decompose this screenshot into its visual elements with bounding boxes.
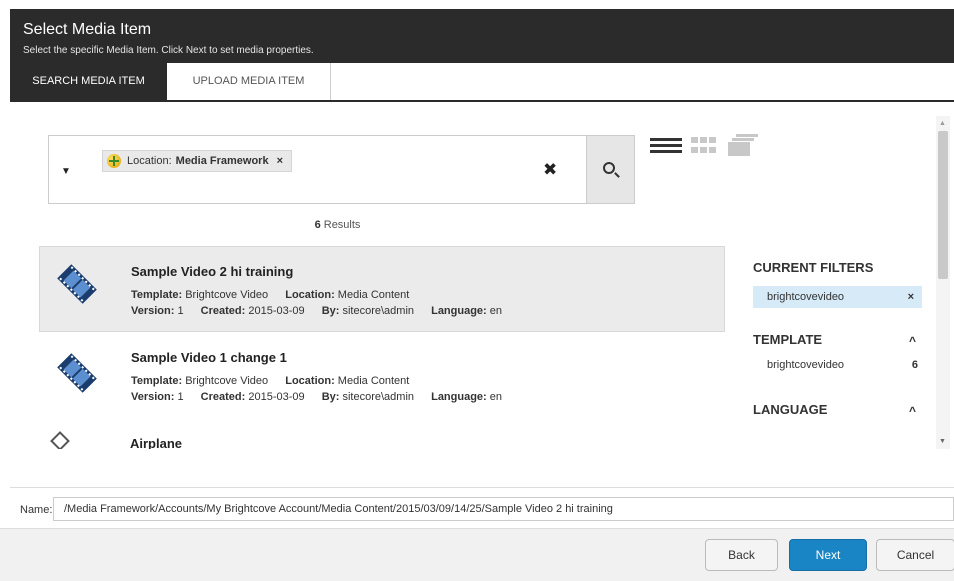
result-title: Sample Video 1 change 1 [131,350,287,365]
current-filters-heading: CURRENT FILTERS [753,260,874,275]
template-heading[interactable]: TEMPLATE ^ [753,332,922,352]
template-facet-item[interactable]: brightcovevideo 6 [753,354,922,376]
result-title: Sample Video 2 hi training [131,264,294,279]
location-filter-chip: Location: Media Framework × [102,150,293,172]
search-button[interactable] [586,135,635,204]
search-icon [603,162,615,174]
vertical-scrollbar[interactable]: ▲ ▼ [936,116,950,449]
current-filter-item: brightcovevideo × [753,286,922,308]
result-meta-line-2: Version: 1 Created: 2015-03-09 By: sitec… [131,305,503,317]
grid-view-icon[interactable] [691,137,717,155]
dialog-header: Select Media Item Select the specific Me… [10,9,954,63]
top-strip [0,0,954,9]
film-strip-icon [57,353,97,393]
results-count-number: 6 [314,219,321,231]
view-switcher [650,134,770,160]
language-heading[interactable]: LANGUAGE ^ [753,402,922,422]
scroll-thumb[interactable] [938,131,948,279]
stack-view-icon[interactable] [728,134,758,158]
chip-value: Media Framework [175,155,269,167]
tab-bar: SEARCH MEDIA ITEM UPLOAD MEDIA ITEM [10,63,954,102]
cancel-button[interactable]: Cancel [876,539,954,571]
clear-search-icon[interactable]: ✖ [543,160,557,180]
result-meta-line-1: Template: Brightcove Video Location: Med… [131,375,410,387]
dialog-title: Select Media Item [23,21,152,38]
film-strip-icon [57,264,97,304]
list-view-icon[interactable] [650,138,682,154]
dialog-subtitle: Select the specific Media Item. Click Ne… [23,45,314,56]
name-bar: Name: /Media Framework/Accounts/My Brigh… [0,488,954,528]
scroll-up-arrow-icon[interactable]: ▲ [939,120,946,127]
add-filter-icon[interactable] [107,154,121,168]
result-title: Airplane [130,436,183,449]
result-item[interactable]: Sample Video 2 hi training Template: Bri… [39,246,725,332]
collapse-caret-icon[interactable]: ^ [909,334,916,348]
next-button[interactable]: Next [789,539,867,571]
search-panel: ▼ Location: Media Framework × ✖ 6 Result… [10,104,954,488]
results-count-label: Results [323,219,361,231]
filters-panel: CURRENT FILTERS brightcovevideo × TEMPLA… [753,260,922,422]
tab-search-media-item[interactable]: SEARCH MEDIA ITEM [10,63,167,100]
name-field[interactable]: /Media Framework/Accounts/My Brightcove … [53,497,954,521]
result-meta-line-1: Template: Brightcove Video Location: Med… [131,289,410,301]
item-icon [50,431,70,449]
result-item[interactable]: Sample Video 1 change 1 Template: Bright… [39,335,725,421]
name-label: Name: [20,504,53,516]
search-box[interactable]: ▼ Location: Media Framework × ✖ [48,135,587,204]
chip-remove-icon[interactable]: × [277,155,283,167]
search-dropdown-arrow-icon[interactable]: ▼ [61,166,71,177]
back-button[interactable]: Back [705,539,778,571]
collapse-caret-icon[interactable]: ^ [909,404,916,418]
result-item[interactable]: Airplane [39,422,725,449]
results-count: 6 Results [10,219,665,231]
chip-key: Location: [127,155,172,167]
dialog-footer: Back Next Cancel [0,528,954,581]
scroll-down-arrow-icon[interactable]: ▼ [939,438,946,445]
remove-filter-icon[interactable]: × [908,286,914,308]
tab-upload-media-item[interactable]: UPLOAD MEDIA ITEM [167,63,331,100]
result-meta-line-2: Version: 1 Created: 2015-03-09 By: sitec… [131,391,503,403]
